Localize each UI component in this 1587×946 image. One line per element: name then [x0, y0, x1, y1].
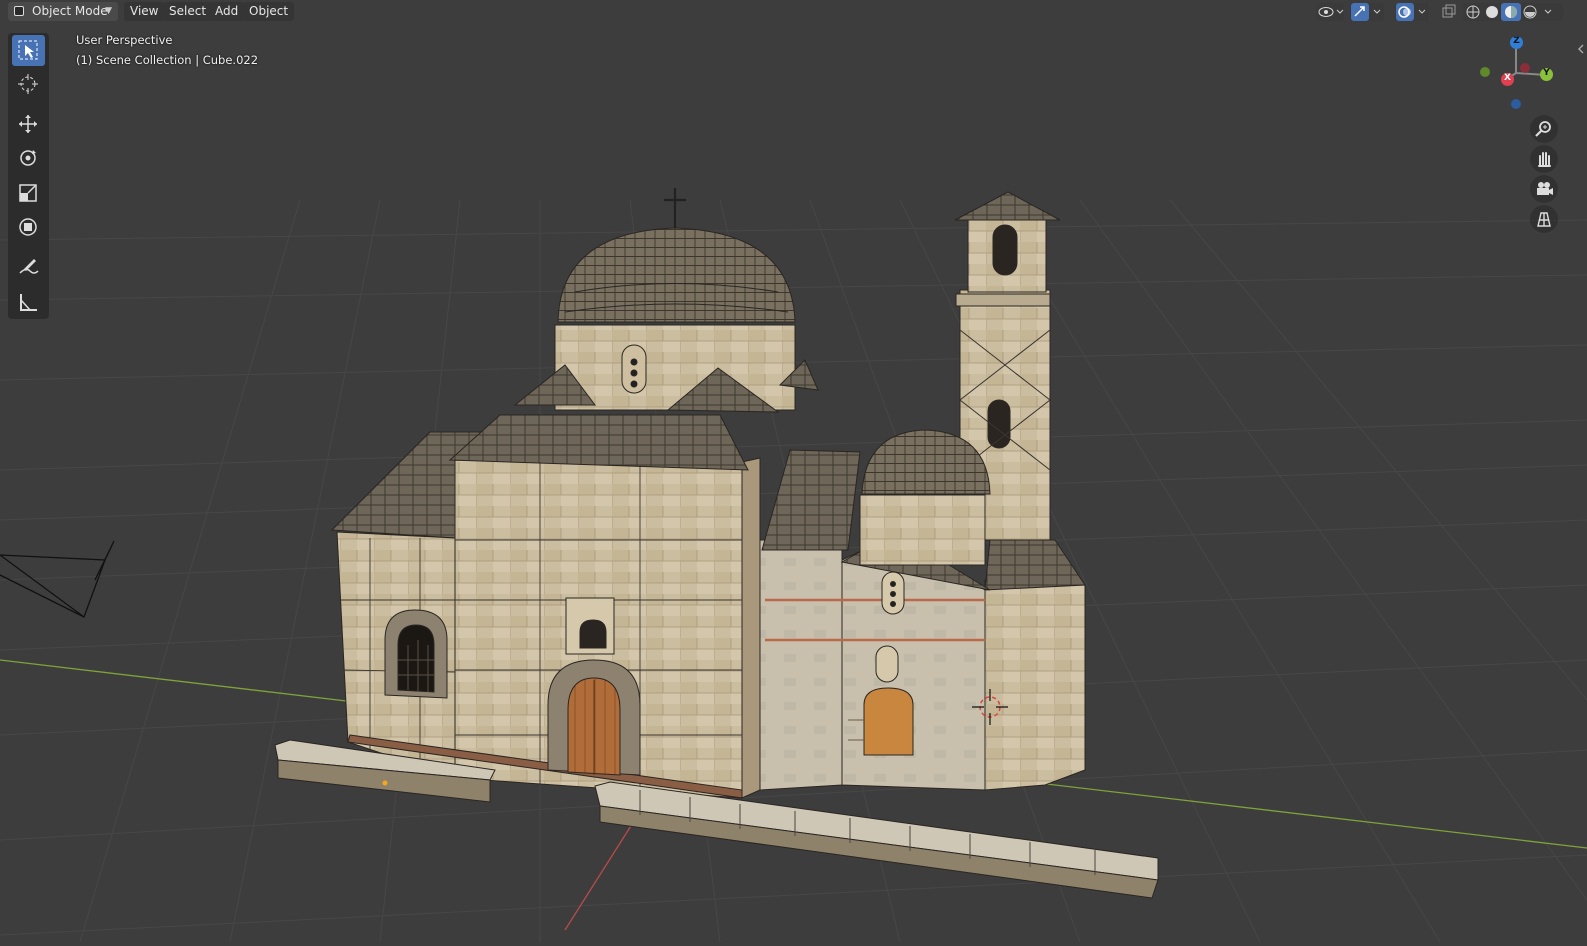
zoom-icon	[1535, 121, 1551, 137]
neg-x-axis-handle	[1520, 63, 1530, 73]
zoom-button[interactable]	[1530, 115, 1558, 143]
select-menu[interactable]: Select	[163, 2, 213, 21]
select-box-tool[interactable]	[12, 35, 45, 66]
xray-icon	[1442, 4, 1456, 18]
move-icon	[19, 115, 37, 133]
chevron-down-icon: ▼	[105, 6, 112, 16]
cursor-icon	[18, 74, 38, 94]
tool-shelf	[8, 33, 49, 319]
rendered-shading-icon	[1523, 5, 1537, 19]
ortho-toggle-button[interactable]	[1530, 205, 1558, 233]
cursor-tool[interactable]	[12, 69, 45, 100]
view-menu[interactable]: View	[124, 2, 165, 21]
overlays-toggle[interactable]	[1395, 3, 1429, 21]
measure-icon	[20, 294, 37, 311]
viewport-header: Object Mode ▼ View Select Add Object	[0, 0, 1587, 24]
viewport-scene[interactable]	[0, 0, 1587, 943]
select-box-icon	[18, 40, 38, 60]
collection-info: (1) Scene Collection | Cube.022	[76, 53, 259, 67]
add-menu[interactable]: Add	[209, 2, 245, 21]
hand-icon	[1538, 152, 1551, 167]
solid-shading-icon	[1486, 6, 1498, 18]
annotate-tool[interactable]	[12, 252, 45, 283]
rotate-icon	[20, 150, 36, 166]
neg-z-axis-handle	[1511, 99, 1521, 109]
y-axis-handle[interactable]: Y	[1540, 68, 1553, 81]
3d-viewport[interactable]	[0, 0, 1587, 943]
overlays-icon	[1396, 3, 1426, 21]
camera-icon	[1537, 182, 1553, 195]
gizmo-toggle[interactable]	[1350, 3, 1384, 21]
grid-icon	[1537, 212, 1551, 227]
object-mode-icon	[14, 6, 24, 16]
object-menu[interactable]: Object	[243, 2, 295, 21]
origin-point	[382, 780, 388, 786]
sidebar-toggle-icon[interactable]	[1576, 40, 1586, 54]
z-axis-handle[interactable]: Z	[1510, 36, 1523, 49]
pan-button[interactable]	[1530, 145, 1558, 173]
neg-y-axis-handle	[1480, 67, 1490, 77]
eye-icon	[1318, 7, 1344, 17]
move-tool[interactable]	[12, 109, 45, 140]
transform-tool[interactable]	[12, 212, 45, 243]
mode-label: Object Mode	[32, 4, 108, 18]
chevron-down-icon	[1544, 9, 1552, 14]
navigation-gizmo[interactable]: Z Y X	[1476, 33, 1560, 115]
x-axis-handle[interactable]: X	[1501, 73, 1514, 86]
scale-icon	[19, 184, 37, 202]
shading-selector[interactable]	[1463, 3, 1563, 21]
transform-icon	[19, 218, 37, 236]
scale-tool[interactable]	[12, 178, 45, 209]
visibility-dropdown[interactable]	[1316, 3, 1344, 21]
gizmo-icon	[1351, 3, 1381, 21]
camera-view-button[interactable]	[1530, 175, 1558, 203]
xray-toggle[interactable]	[1440, 3, 1458, 21]
rotate-tool[interactable]	[12, 143, 45, 174]
wireframe-shading-icon	[1466, 5, 1480, 19]
view-name: User Perspective	[76, 33, 173, 47]
annotate-icon	[19, 259, 39, 274]
mode-dropdown[interactable]: Object Mode ▼	[8, 2, 118, 21]
material-shading-icon	[1501, 3, 1521, 21]
measure-tool[interactable]	[12, 287, 45, 318]
